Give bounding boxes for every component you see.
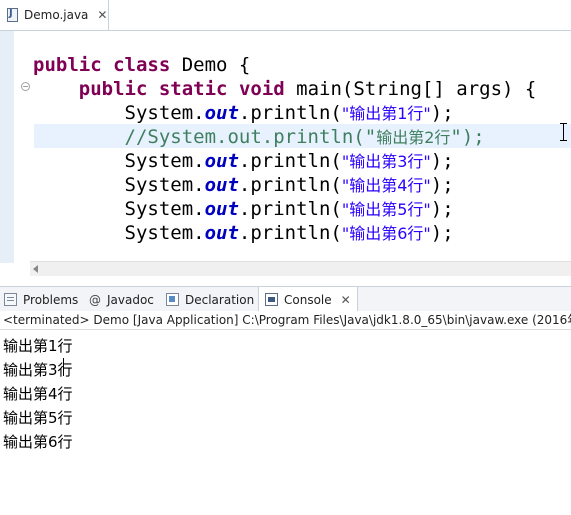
- code-text-segment: System.: [124, 150, 205, 172]
- static-field: out: [204, 222, 239, 244]
- scroll-left-arrow-icon[interactable]: [33, 265, 38, 273]
- tab-label: Problems: [23, 292, 79, 307]
- tab-label: Console: [284, 292, 332, 307]
- editor-gutter: [0, 31, 14, 263]
- method-signature: main(String[] args) {: [284, 78, 537, 100]
- code-text-segment: );: [430, 198, 454, 220]
- code-line: //System.out.println("输出第2行");: [33, 125, 536, 149]
- code-text-segment: .println(: [238, 102, 342, 124]
- console-line: 输出第4行: [3, 385, 73, 403]
- code-text-segment: System.: [124, 198, 205, 220]
- code-text-segment: );: [430, 174, 454, 196]
- static-field: out: [204, 198, 239, 220]
- keyword: public: [33, 54, 102, 76]
- editor-tab-demo-java[interactable]: Demo.java ✕: [0, 0, 109, 30]
- tab-console[interactable]: Console ✕: [258, 287, 358, 312]
- code-text[interactable]: public class Demo { public static void m…: [33, 53, 536, 245]
- code-text-segment: .println(: [238, 198, 342, 220]
- panel-tab-bar: Problems @ Javadoc Declaration Console ✕: [0, 286, 571, 313]
- tab-problems[interactable]: Problems: [4, 287, 78, 312]
- collapse-icon[interactable]: −: [21, 82, 30, 91]
- console-icon: [265, 293, 278, 306]
- comment: //System.out.println(": [124, 126, 377, 148]
- code-text-segment: );: [430, 102, 454, 124]
- class-name: Demo {: [170, 54, 251, 76]
- console-line: 输出第6行: [3, 433, 73, 451]
- code-text-segment: .println(: [238, 174, 342, 196]
- code-text-segment: System.: [124, 174, 205, 196]
- close-icon[interactable]: ✕: [341, 293, 351, 307]
- code-line: System.out.println("输出第4行");: [33, 173, 536, 197]
- editor-tab-label: Demo.java: [24, 8, 89, 22]
- close-icon[interactable]: ✕: [97, 8, 107, 22]
- tab-declaration[interactable]: Declaration: [166, 287, 254, 312]
- code-text-segment: System.: [124, 102, 205, 124]
- java-file-icon: [7, 8, 18, 22]
- editor-tab-bar: Demo.java ✕: [0, 0, 571, 31]
- keyword: void: [238, 78, 285, 100]
- horizontal-scrollbar[interactable]: [30, 261, 571, 276]
- static-field: out: [204, 150, 239, 172]
- string-literal: "输出第3行": [341, 152, 431, 171]
- tab-label: Declaration: [185, 292, 255, 307]
- tab-label: Javadoc: [107, 292, 154, 307]
- code-text-segment: .println(: [238, 150, 342, 172]
- code-text-segment: System.: [124, 222, 205, 244]
- console-line: 输出第1行: [3, 337, 73, 355]
- code-line: System.out.println("输出第6行");: [33, 221, 536, 245]
- string-literal: "输出第5行": [341, 200, 431, 219]
- code-line: public class Demo {: [33, 53, 536, 77]
- code-line: System.out.println("输出第3行");: [33, 149, 536, 173]
- code-line: System.out.println("输出第5行");: [33, 197, 536, 221]
- code-editor[interactable]: − public class Demo { public static void…: [0, 31, 571, 276]
- code-line: public static void main(String[] args) {: [33, 77, 537, 101]
- code-text-segment: );: [430, 150, 454, 172]
- comment: 输出第2行: [376, 128, 451, 147]
- console-status-line: <terminated> Demo [Java Application] C:\…: [0, 311, 571, 330]
- console-line: 输出第5行: [3, 409, 73, 427]
- code-text-segment: );: [430, 222, 454, 244]
- tab-javadoc[interactable]: @ Javadoc: [89, 287, 154, 312]
- string-literal: "输出第1行": [341, 104, 431, 123]
- keyword: public: [78, 78, 148, 100]
- code-line: System.out.println("输出第1行");: [33, 101, 536, 125]
- i-beam-cursor-icon: [560, 123, 567, 141]
- text-caret: [63, 358, 64, 376]
- comment: ");: [450, 126, 485, 148]
- declaration-icon: [166, 293, 179, 306]
- code-text-segment: .println(: [238, 222, 342, 244]
- javadoc-at-icon: @: [89, 292, 101, 307]
- console-output[interactable]: 输出第1行 输出第3行 输出第4行 输出第5行 输出第6行: [3, 334, 73, 454]
- string-literal: "输出第4行": [341, 176, 431, 195]
- static-field: out: [204, 102, 239, 124]
- static-field: out: [204, 174, 239, 196]
- problems-icon: [4, 293, 17, 306]
- keyword: static: [158, 78, 228, 100]
- string-literal: "输出第6行": [341, 224, 431, 243]
- keyword: class: [113, 54, 171, 76]
